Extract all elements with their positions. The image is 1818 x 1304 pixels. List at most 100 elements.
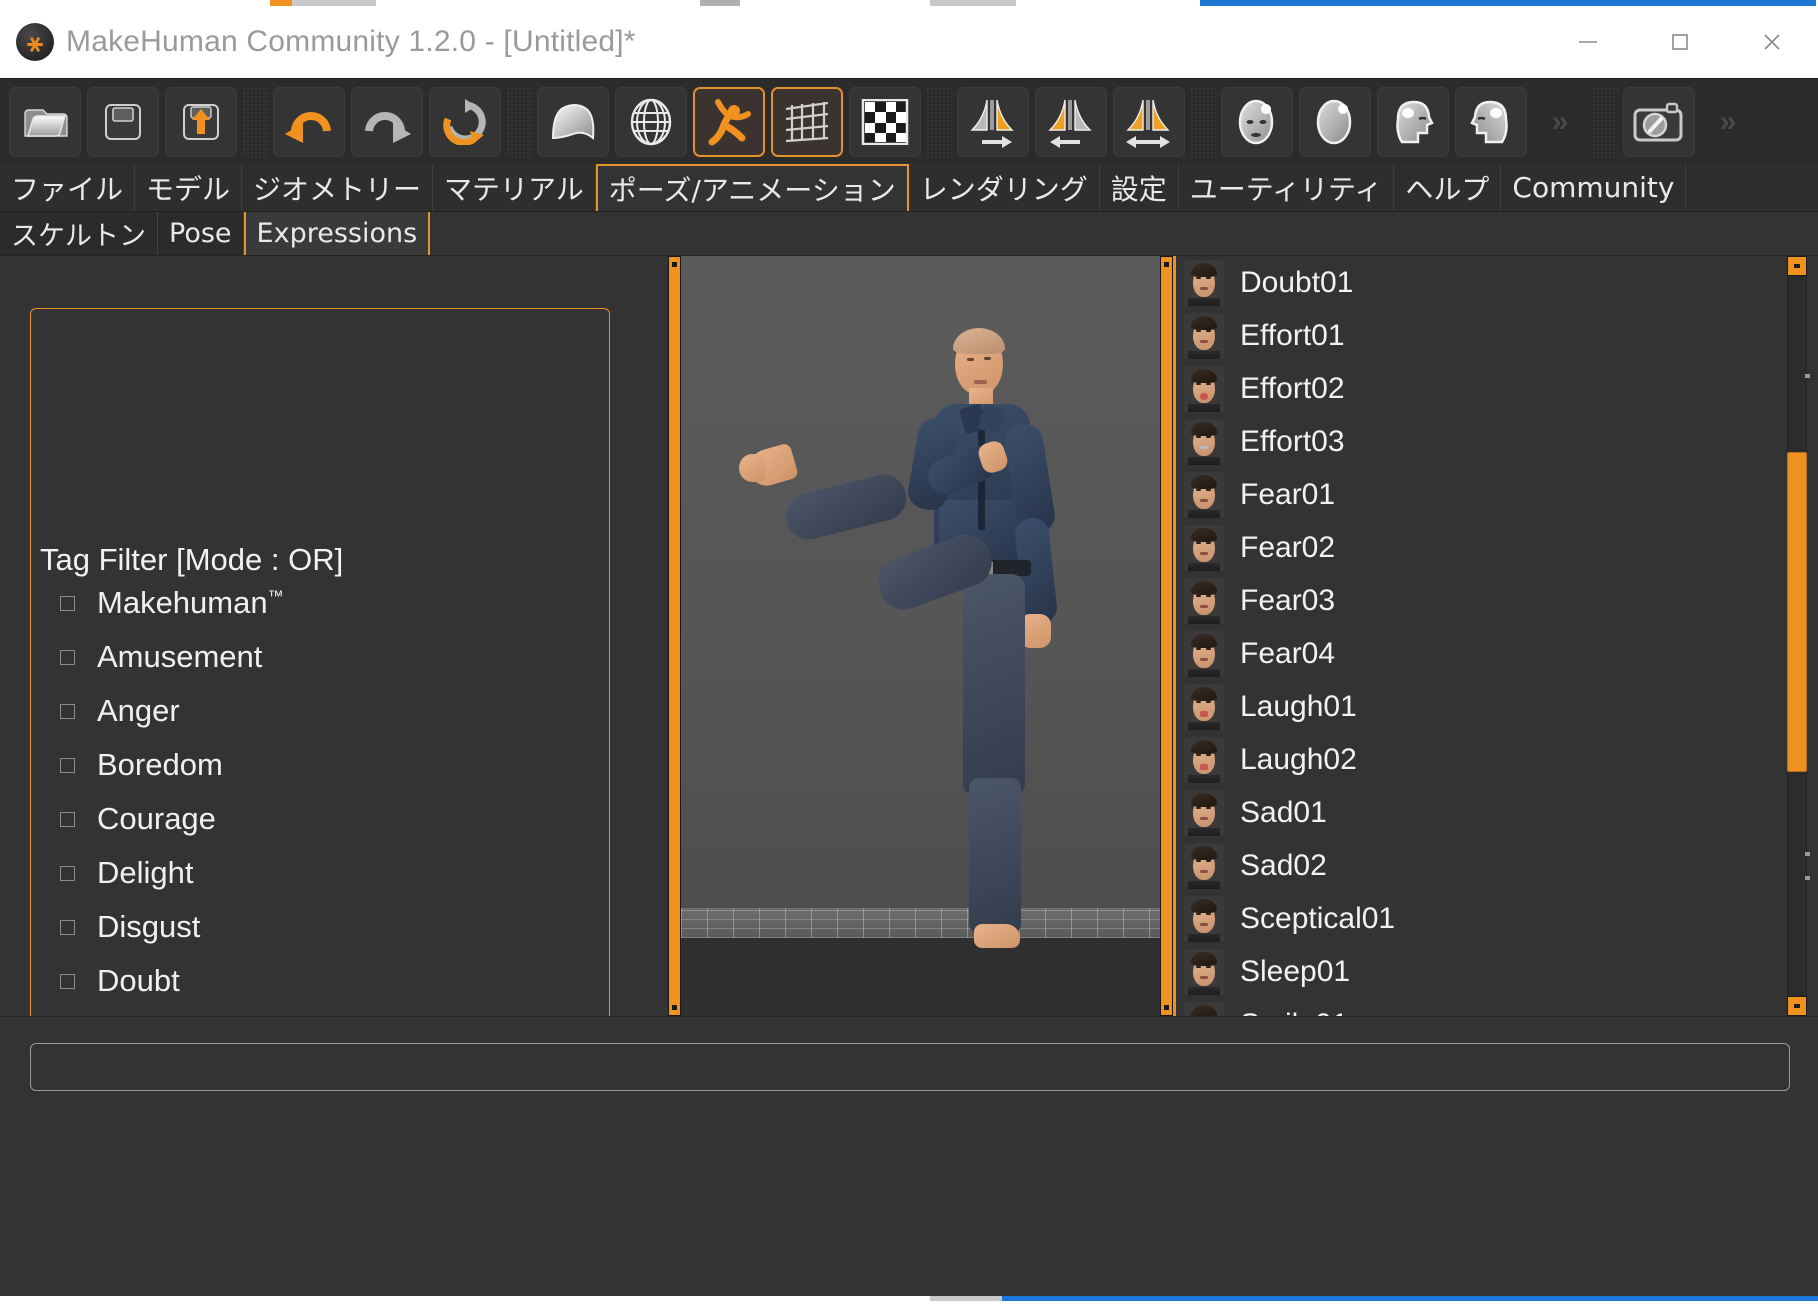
- expressions-list[interactable]: Doubt01 Effort01 Effort02 Effort03 Fear0…: [1176, 256, 1783, 1016]
- menu-tab-rendering[interactable]: レンダリング: [908, 164, 1100, 211]
- menu-tab-file[interactable]: ファイル: [0, 164, 136, 211]
- menu-tab-pose-animation[interactable]: ポーズ/アニメーション: [595, 164, 909, 211]
- expression-item-effort02[interactable]: Effort02: [1176, 362, 1783, 415]
- maximize-button[interactable]: [1634, 6, 1726, 78]
- menu-tab-geometry[interactable]: ジオメトリー: [242, 164, 434, 211]
- expression-item-effort01[interactable]: Effort01: [1176, 309, 1783, 362]
- tag-filter-item-label: Makehuman: [97, 585, 268, 620]
- viewport-splitter-right[interactable]: [1160, 256, 1173, 1016]
- load-icon[interactable]: [9, 86, 81, 157]
- smooth-icon[interactable]: [537, 86, 609, 157]
- expression-item-doubt01[interactable]: Doubt01: [1176, 256, 1783, 309]
- expression-item-fear01[interactable]: Fear01: [1176, 468, 1783, 521]
- tag-filter-item-doubt[interactable]: Doubt: [30, 954, 610, 1008]
- menu-tab-help[interactable]: ヘルプ: [1394, 164, 1502, 211]
- tag-filter-item-makehuman[interactable]: Makehuman™: [30, 576, 610, 630]
- symmetry-both-icon[interactable]: [1113, 86, 1185, 157]
- checkbox-icon[interactable]: [60, 973, 75, 989]
- trademark-symbol: ™: [267, 588, 284, 606]
- scrollbar-thumb[interactable]: [1787, 452, 1807, 772]
- view-left-icon[interactable]: [1377, 86, 1449, 157]
- tag-filter-item-amusement[interactable]: Amusement: [30, 630, 610, 684]
- tag-filter-item-courage[interactable]: Courage: [30, 792, 610, 846]
- expression-item-fear02[interactable]: Fear02: [1176, 521, 1783, 574]
- expression-item-sad02[interactable]: Sad02: [1176, 839, 1783, 892]
- checkbox-icon[interactable]: [60, 649, 75, 665]
- toolbar-overflow-left-icon[interactable]: »: [1530, 87, 1590, 157]
- scroll-up-button[interactable]: [1787, 256, 1807, 276]
- grid-icon[interactable]: [771, 86, 843, 157]
- expression-item-fear04[interactable]: Fear04: [1176, 627, 1783, 680]
- view-right-icon[interactable]: [1455, 86, 1527, 157]
- wireframe-icon[interactable]: [615, 86, 687, 157]
- toolbar-separator: [506, 86, 532, 157]
- view-back-icon[interactable]: [1299, 86, 1371, 157]
- reset-mesh-icon[interactable]: [429, 86, 501, 157]
- symmetry-left-icon[interactable]: [1035, 86, 1107, 157]
- tag-filter-item-label: Boredom: [97, 747, 223, 782]
- toolbar-overflow-right-icon[interactable]: »: [1698, 87, 1758, 157]
- view-front-icon[interactable]: [1221, 86, 1293, 157]
- expressions-panel: Doubt01 Effort01 Effort02 Effort03 Fear0…: [1173, 256, 1818, 1016]
- symmetry-right-icon[interactable]: [957, 86, 1029, 157]
- tag-filter-item-label: Anger: [97, 693, 180, 728]
- tag-filter-item-label: Disgust: [97, 909, 201, 944]
- sub-tab-bar: スケルトン Pose Expressions: [0, 212, 1818, 256]
- expression-item-effort03[interactable]: Effort03: [1176, 415, 1783, 468]
- sub-tab-pose[interactable]: Pose: [158, 212, 244, 255]
- expression-thumbnail-icon: [1184, 418, 1224, 465]
- expression-item-laugh02[interactable]: Laugh02: [1176, 733, 1783, 786]
- expression-item-fear03[interactable]: Fear03: [1176, 574, 1783, 627]
- window-title: MakeHuman Community 1.2.0 - [Untitled]*: [66, 25, 636, 58]
- pose-icon[interactable]: [693, 86, 765, 157]
- viewport-container: [668, 256, 1173, 1016]
- expression-item-label: Fear03: [1240, 583, 1336, 617]
- toolbar-separator: [926, 86, 952, 157]
- checkbox-icon[interactable]: [60, 811, 75, 827]
- menu-tab-utilities[interactable]: ユーティリティ: [1178, 164, 1395, 211]
- expression-item-label: Sceptical01: [1240, 901, 1396, 935]
- expressions-scrollbar[interactable]: [1786, 256, 1810, 1016]
- export-icon[interactable]: [165, 86, 237, 157]
- 3d-model-viewport[interactable]: [681, 256, 1160, 1016]
- title-bar: ⚹ MakeHuman Community 1.2.0 - [Untitled]…: [0, 6, 1818, 78]
- menu-tab-community[interactable]: Community: [1501, 164, 1687, 211]
- sub-tab-skeleton[interactable]: スケルトン: [0, 212, 158, 255]
- checkbox-icon[interactable]: [60, 703, 75, 719]
- close-button[interactable]: [1726, 6, 1818, 78]
- tag-filter-item-anger[interactable]: Anger: [30, 684, 610, 738]
- expression-thumbnail-icon: [1184, 789, 1224, 836]
- expression-item-sad01[interactable]: Sad01: [1176, 786, 1783, 839]
- expression-item-label: Effort03: [1240, 424, 1345, 458]
- grab-screen-icon[interactable]: [1623, 86, 1695, 157]
- undo-icon[interactable]: [273, 86, 345, 157]
- expression-thumbnail-icon: [1184, 630, 1224, 677]
- checkbox-icon[interactable]: [60, 595, 75, 611]
- menu-tab-model[interactable]: モデル: [135, 164, 243, 211]
- expression-thumbnail-icon: [1184, 577, 1224, 624]
- expression-thumbnail-icon: [1184, 524, 1224, 571]
- expression-item-laugh01[interactable]: Laugh01: [1176, 680, 1783, 733]
- save-icon[interactable]: [87, 86, 159, 157]
- redo-icon[interactable]: [351, 86, 423, 157]
- expression-thumbnail-icon: [1184, 471, 1224, 518]
- sub-tab-expressions[interactable]: Expressions: [243, 212, 431, 255]
- checkbox-icon[interactable]: [60, 919, 75, 935]
- viewport-splitter-left[interactable]: [668, 256, 681, 1016]
- tag-filter-item-boredom[interactable]: Boredom: [30, 738, 610, 792]
- minimize-button[interactable]: [1542, 6, 1634, 78]
- tag-filter-item-disgust[interactable]: Disgust: [30, 900, 610, 954]
- subdivision-icon[interactable]: [849, 86, 921, 157]
- menu-tab-settings[interactable]: 設定: [1099, 164, 1179, 211]
- expression-item-label: Smile01: [1240, 1008, 1348, 1017]
- expression-item-sleep01[interactable]: Sleep01: [1176, 945, 1783, 998]
- scroll-down-button[interactable]: [1787, 996, 1807, 1016]
- expression-thumbnail-icon: [1184, 312, 1224, 359]
- tag-filter-item-delight[interactable]: Delight: [30, 846, 610, 900]
- menu-tab-material[interactable]: マテリアル: [433, 164, 596, 211]
- expression-item-smile01[interactable]: Smile01: [1176, 998, 1783, 1016]
- tag-filter-title: Tag Filter [Mode : OR]: [36, 542, 354, 578]
- checkbox-icon[interactable]: [60, 865, 75, 881]
- expression-item-sceptical01[interactable]: Sceptical01: [1176, 892, 1783, 945]
- checkbox-icon[interactable]: [60, 757, 75, 773]
